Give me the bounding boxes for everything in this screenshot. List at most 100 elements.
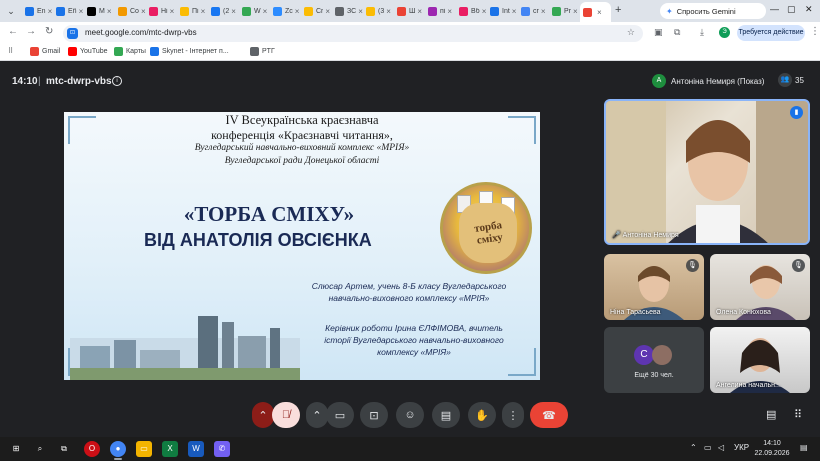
tab-close-icon[interactable]: × xyxy=(447,7,452,16)
forward-icon[interactable]: → xyxy=(26,26,36,37)
tab-close-icon[interactable]: × xyxy=(541,7,546,16)
apps-icon[interactable]: ⠿ xyxy=(8,47,13,55)
captions-button[interactable]: ▤ xyxy=(432,402,460,428)
browser-tab[interactable]: Пі × xyxy=(177,3,208,20)
word-icon[interactable]: W xyxy=(188,441,204,457)
browser-tab[interactable]: Hi × xyxy=(146,3,177,20)
excel-icon[interactable]: X xyxy=(162,441,178,457)
search-icon[interactable]: ⌕ xyxy=(32,441,48,457)
bookmark-item[interactable]: Карты xyxy=(114,47,146,56)
tab-close-icon[interactable]: × xyxy=(482,7,487,16)
opera-icon[interactable]: O xyxy=(84,441,100,457)
tab-close-icon[interactable]: × xyxy=(573,7,578,16)
participant-tile[interactable]: 🎙 Ніна Тарасьева xyxy=(604,254,704,320)
tray-chevron-icon[interactable]: ⌃ xyxy=(690,443,697,452)
bookmark-item[interactable]: PTГ xyxy=(250,47,275,56)
system-clock[interactable]: 14:10 22.09.2026 xyxy=(752,439,792,459)
browser-tab[interactable]: cr × xyxy=(518,3,549,20)
browser-tab[interactable]: Вб × xyxy=(456,3,487,20)
action-required-button[interactable]: Требуется действие xyxy=(737,25,805,41)
presenter-chip[interactable]: A Антоніна Немиря (Показ) xyxy=(652,71,764,91)
tab-close-icon[interactable]: × xyxy=(263,7,268,16)
volume-icon[interactable]: ◁ xyxy=(718,443,724,452)
tab-favicon-icon xyxy=(366,7,375,16)
video-options-button[interactable]: ⌃ xyxy=(306,402,328,428)
tab-close-icon[interactable]: × xyxy=(48,7,53,16)
browser-tab[interactable]: Cr × xyxy=(301,3,332,20)
close-window-icon[interactable]: ✕ xyxy=(805,4,813,15)
task-view-icon[interactable]: ⧉ xyxy=(56,441,72,457)
language-indicator[interactable]: УКР xyxy=(734,443,749,452)
reload-icon[interactable]: ↻ xyxy=(45,26,53,37)
tab-close-icon[interactable]: × xyxy=(170,7,175,16)
microphone-button[interactable]: 🎙̸ xyxy=(272,402,300,428)
present-button[interactable]: ⊡ xyxy=(360,402,388,428)
tab-close-icon[interactable]: × xyxy=(201,7,206,16)
browser-tab[interactable]: Co × xyxy=(115,3,146,20)
profile-avatar[interactable]: Э xyxy=(719,27,730,38)
participant-tile-main[interactable]: ▮ 🎤 Антоніна Немиря xyxy=(604,99,810,245)
tab-active[interactable]: × xyxy=(580,2,611,22)
back-icon[interactable]: ← xyxy=(8,26,18,37)
bookmark-item[interactable]: YouTube xyxy=(68,47,108,56)
notifications-icon[interactable]: ▤ xyxy=(800,443,808,452)
raise-hand-button[interactable]: ✋ xyxy=(468,402,496,428)
browser-tab[interactable]: пі × xyxy=(425,3,456,20)
chat-icon[interactable]: ▤ xyxy=(766,408,776,421)
puzzle-icon[interactable]: ⧉ xyxy=(674,27,680,38)
browser-tab[interactable]: Int × xyxy=(487,3,518,20)
tab-favicon-icon xyxy=(118,7,127,16)
participant-tile[interactable]: Ангелина начальн... xyxy=(710,327,810,393)
browser-tab[interactable]: ЗС × xyxy=(332,3,363,20)
tab-close-icon[interactable]: × xyxy=(107,7,112,16)
minimize-icon[interactable]: — xyxy=(770,4,779,14)
browser-tab[interactable]: (3 × xyxy=(363,3,394,20)
extension-icon[interactable]: ▣ xyxy=(654,27,663,38)
viber-icon[interactable]: ✆ xyxy=(214,441,230,457)
activities-icon[interactable]: ⠿ xyxy=(794,408,802,421)
browser-tab[interactable]: Ш × xyxy=(394,3,425,20)
browser-tab[interactable]: Zc × xyxy=(270,3,301,20)
bookmark-favicon-icon xyxy=(150,47,159,56)
bookmark-star-icon[interactable]: ☆ xyxy=(627,27,635,38)
maximize-icon[interactable]: ▢ xyxy=(787,4,796,15)
download-icon[interactable]: ⤓ xyxy=(700,27,704,38)
file-explorer-icon[interactable]: ▭ xyxy=(136,441,152,457)
audio-options-button[interactable]: ⌃ xyxy=(252,402,274,428)
url-text[interactable]: meet.google.com/mtc-dwrp-vbs xyxy=(85,28,197,37)
leave-call-button[interactable]: ☎ xyxy=(530,402,568,428)
browser-tab[interactable]: M × xyxy=(84,3,115,20)
browser-tab[interactable]: Pr × xyxy=(549,3,580,20)
participant-tile[interactable]: 🎙 Олена Конюхова xyxy=(710,254,810,320)
tab-close-icon[interactable]: × xyxy=(231,7,236,16)
bookmark-item[interactable]: Skynet - Інтернет п... xyxy=(150,47,229,56)
tab-close-icon[interactable]: × xyxy=(386,7,391,16)
participants-button[interactable]: 👥 35 xyxy=(778,73,804,87)
more-options-button[interactable]: ⋮ xyxy=(502,402,524,428)
tab-close-icon[interactable]: × xyxy=(597,8,602,17)
tab-close-icon[interactable]: × xyxy=(295,7,300,16)
browser-tab[interactable]: (2 × xyxy=(208,3,239,20)
browser-tab[interactable]: W × xyxy=(239,3,270,20)
bookmark-item[interactable]: Gmail xyxy=(30,47,60,56)
chrome-icon[interactable]: ● xyxy=(110,441,126,457)
browser-tab[interactable]: Eñ × xyxy=(53,3,84,20)
network-icon[interactable]: ▭ xyxy=(704,443,712,452)
reactions-button[interactable]: ☺ xyxy=(396,402,424,428)
info-icon[interactable]: i xyxy=(112,76,122,86)
menu-icon[interactable]: ⋮ xyxy=(810,26,820,37)
tab-search-icon[interactable]: ⌄ xyxy=(4,4,18,18)
site-info-icon[interactable]: ⊡ xyxy=(67,28,78,39)
tab-close-icon[interactable]: × xyxy=(141,7,146,16)
camera-button[interactable]: ▭ xyxy=(326,402,354,428)
tab-close-icon[interactable]: × xyxy=(417,7,422,16)
windows-start-icon[interactable]: ⊞ xyxy=(8,441,24,457)
browser-tab[interactable]: En × xyxy=(22,3,53,20)
tab-close-icon[interactable]: × xyxy=(512,7,517,16)
more-participants-tile[interactable]: С Ещё 30 чел. xyxy=(604,327,704,393)
ask-gemini-button[interactable]: ✦ Спросить Gemini xyxy=(660,3,766,19)
omnibox[interactable]: ⊡ meet.google.com/mtc-dwrp-vbs ☆ xyxy=(63,25,643,42)
new-tab-button[interactable]: + xyxy=(615,4,621,16)
tab-close-icon[interactable]: × xyxy=(325,7,330,16)
tab-close-icon[interactable]: × xyxy=(79,7,84,16)
